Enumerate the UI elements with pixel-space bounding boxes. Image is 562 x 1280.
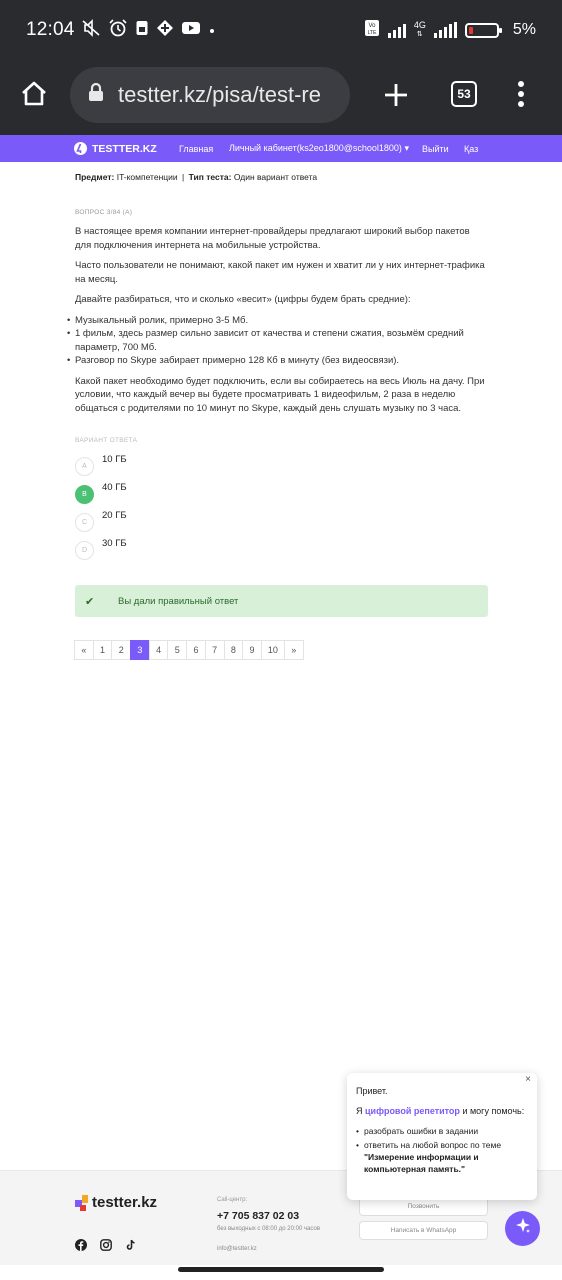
page-link[interactable]: 7	[204, 640, 225, 660]
url-text: testter.kz/pisa/test-re	[118, 82, 321, 107]
mute-icon	[81, 18, 101, 42]
new-tab-icon[interactable]	[383, 82, 409, 113]
whatsapp-button[interactable]: Написать в WhatsApp	[359, 1221, 488, 1240]
answer-option-b[interactable]: B 40 ГБ	[75, 482, 127, 504]
battery-icon	[464, 22, 502, 38]
pagination: « 1 2 3 4 5 6 7 8 9 10 »	[74, 640, 304, 660]
network-type: 4G	[413, 20, 426, 30]
clock: 12:04	[26, 19, 75, 40]
facebook-icon[interactable]	[75, 1239, 87, 1254]
signal-icon	[387, 22, 406, 38]
option-letter[interactable]: C	[75, 513, 94, 532]
page-link[interactable]: 6	[186, 640, 206, 660]
instagram-icon[interactable]	[100, 1239, 112, 1254]
dot-icon	[208, 20, 216, 40]
question-paragraph: Часто пользователи не понимают, какой па…	[75, 260, 485, 285]
option-text: 20 ГБ	[102, 510, 127, 521]
signal-icon-2	[433, 22, 457, 38]
list-item: ответить на любой вопрос по теме "Измере…	[356, 1139, 528, 1175]
option-letter[interactable]: B	[75, 485, 94, 504]
option-text: 10 ГБ	[102, 454, 127, 465]
page-link[interactable]: 8	[223, 640, 244, 660]
page-next[interactable]: »	[283, 640, 304, 660]
sparkle-icon	[514, 1217, 532, 1240]
chat-intro: Я цифровой репетитор и могу помочь:	[356, 1106, 525, 1116]
list-item: разобрать ошибки в задании	[356, 1125, 528, 1137]
svg-text:LTE: LTE	[367, 30, 376, 36]
logo-mark-icon	[75, 1195, 88, 1211]
sim-icon	[135, 19, 149, 42]
answers-label: ВАРИАНТ ОТВЕТА	[75, 437, 138, 444]
tiktok-icon[interactable]	[125, 1239, 137, 1254]
assistant-button[interactable]	[505, 1211, 540, 1246]
page-link[interactable]: 10	[260, 640, 285, 660]
footer-logo-text: testter.kz	[92, 1194, 158, 1211]
option-letter[interactable]: D	[75, 541, 94, 560]
chat-popup: × Привет. Я цифровой репетитор и могу по…	[347, 1073, 537, 1200]
working-hours: без выходных с 08:00 до 20:00 часов	[217, 1226, 321, 1232]
browser-toolbar: testter.kz/pisa/test-re 53	[0, 60, 562, 135]
nav-language[interactable]: Қаз	[464, 144, 478, 154]
volte-icon: Vo LTE	[364, 19, 380, 42]
option-text: 30 ГБ	[102, 538, 127, 549]
phone-number[interactable]: +7 705 837 02 03	[217, 1210, 320, 1222]
svg-text:Vo: Vo	[368, 23, 376, 29]
question-number: ВОПРОС 3/84 (А)	[75, 209, 133, 216]
question-list: Музыкальный ролик, примерно 3-5 Мб. 1 фи…	[67, 314, 485, 368]
call-center: Call-центр: +7 705 837 02 03 без выходны…	[217, 1197, 320, 1252]
list-item: Разговор по Skype забирает примерно 128 …	[67, 354, 485, 368]
page-link[interactable]: 5	[167, 640, 188, 660]
question-text: В настоящее время компании интернет-пров…	[67, 225, 485, 422]
page-link[interactable]: 9	[242, 640, 262, 660]
battery-percent: 5%	[512, 21, 536, 38]
alarm-icon	[108, 18, 128, 42]
test-type-value: Один вариант ответа	[233, 172, 318, 182]
page-link[interactable]: 1	[92, 640, 113, 660]
close-icon[interactable]: ×	[525, 1073, 531, 1086]
chevron-down-icon: ▾	[404, 143, 409, 153]
nav-logout[interactable]: Выйти	[422, 144, 449, 154]
result-banner: ✔ Вы дали правильный ответ	[75, 585, 488, 617]
nav-account[interactable]: Личный кабинет(ks2eo1800@school1800) ▾	[229, 143, 409, 154]
test-meta: Предмет: IT-компетенции | Тип теста: Оди…	[75, 172, 318, 182]
list-item: Музыкальный ролик, примерно 3-5 Мб.	[67, 314, 485, 328]
option-text: 40 ГБ	[102, 482, 127, 493]
menu-icon[interactable]	[516, 80, 526, 113]
lock-icon	[88, 82, 104, 108]
question-paragraph: В настоящее время компании интернет-пров…	[75, 226, 470, 251]
subject-value: IT-компетенции	[116, 172, 178, 182]
page-link[interactable]: 2	[111, 640, 132, 660]
nav-home[interactable]: Главная	[179, 144, 213, 154]
answer-option-a[interactable]: A 10 ГБ	[75, 454, 127, 476]
footer-logo[interactable]: testter.kz	[75, 1194, 157, 1211]
tab-switcher-button[interactable]: 53	[451, 81, 477, 107]
youtube-icon	[181, 20, 201, 41]
call-center-label: Call-центр:	[217, 1197, 248, 1203]
address-bar[interactable]: testter.kz/pisa/test-re	[70, 67, 350, 123]
status-bar: 12:04 Vo LTE 4G ⇅ 5%	[0, 0, 562, 60]
chat-list: разобрать ошибки в задании ответить на л…	[356, 1125, 528, 1175]
chat-greeting: Привет.	[356, 1086, 388, 1096]
app-icon	[156, 19, 174, 42]
email-link[interactable]: info@testter.kz	[217, 1246, 320, 1252]
option-letter[interactable]: A	[75, 457, 94, 476]
page-link[interactable]: 4	[148, 640, 169, 660]
question-paragraph: Какой пакет необходимо будет подключить,…	[75, 375, 485, 414]
list-item: 1 фильм, здесь размер сильно зависит от …	[67, 327, 485, 354]
social-links	[75, 1239, 137, 1254]
site-nav: TESTTER.KZ Главная Личный кабинет(ks2eo1…	[0, 135, 562, 162]
home-icon[interactable]	[20, 80, 48, 113]
check-icon: ✔	[85, 595, 95, 608]
home-indicator[interactable]	[178, 1267, 384, 1272]
site-logo[interactable]: TESTTER.KZ	[74, 142, 157, 155]
result-text: Вы дали правильный ответ	[118, 595, 239, 607]
page-prev[interactable]: «	[74, 640, 94, 660]
page-link-current[interactable]: 3	[130, 640, 150, 660]
site-logo-text: TESTTER.KZ	[92, 142, 157, 155]
answer-option-c[interactable]: C 20 ГБ	[75, 510, 127, 532]
question-paragraph: Давайте разбираться, что и сколько «веси…	[75, 294, 411, 305]
answer-option-d[interactable]: D 30 ГБ	[75, 538, 127, 560]
logo-mark-icon	[74, 142, 87, 155]
